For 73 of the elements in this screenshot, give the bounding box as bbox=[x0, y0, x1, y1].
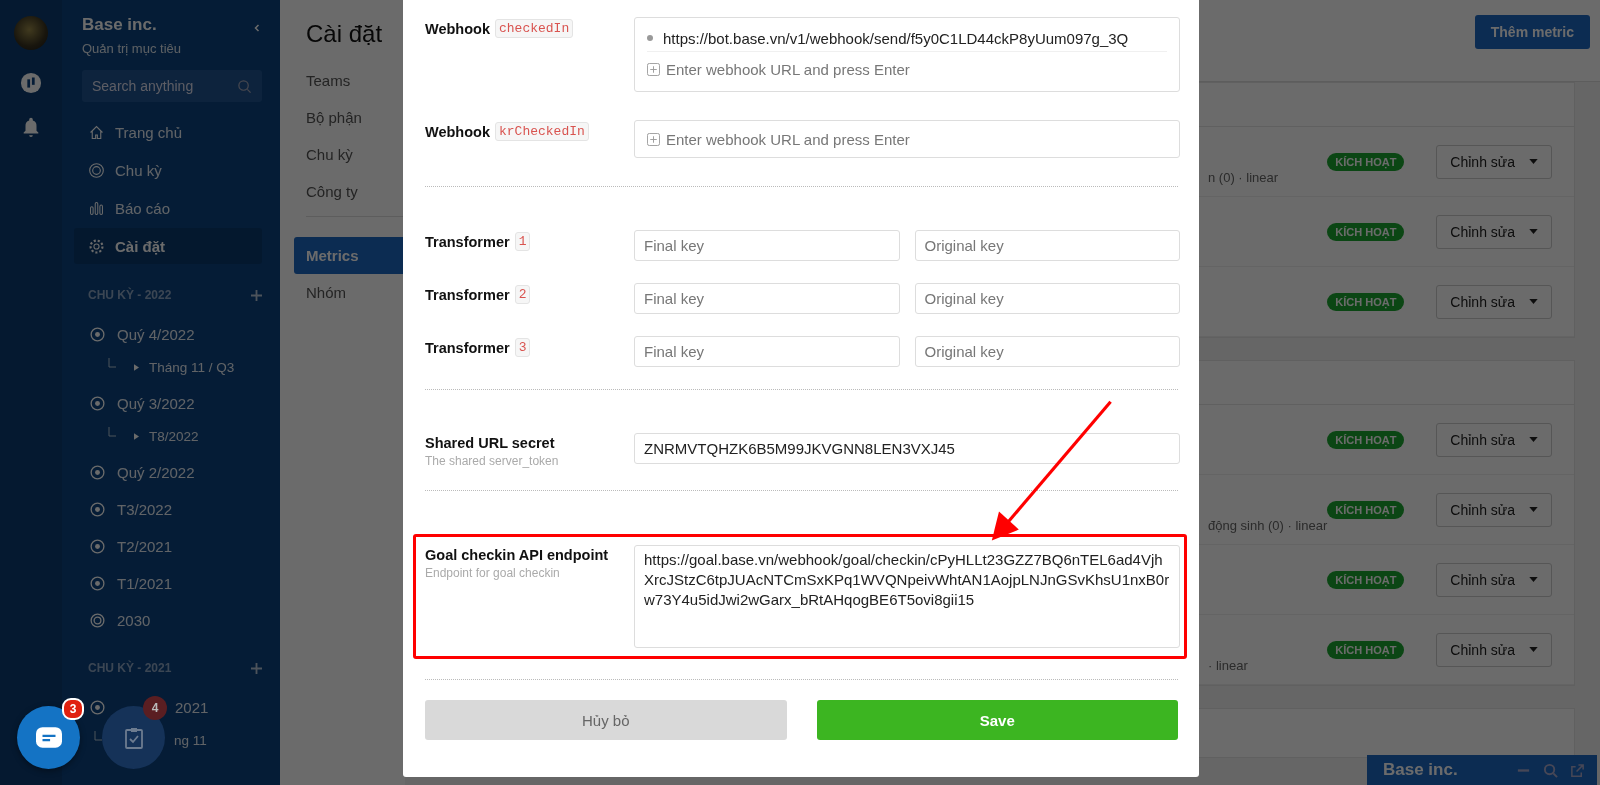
field-label: Transformer bbox=[425, 286, 510, 303]
field-label: Webhook bbox=[425, 20, 490, 37]
field-hint: Endpoint for goal checkin bbox=[425, 566, 561, 580]
nav-item[interactable]: Báo cáo bbox=[74, 190, 262, 226]
metric-meta: · linear bbox=[1208, 657, 1248, 673]
code-tag: 3 bbox=[514, 338, 531, 357]
edit-dropdown-button[interactable]: Chỉnh sửa bbox=[1436, 144, 1552, 179]
cycle-subitem[interactable]: ng 11 bbox=[174, 732, 207, 748]
settings-tab[interactable]: Chu kỳ bbox=[294, 136, 405, 173]
edit-dropdown-button[interactable]: Chỉnh sửa bbox=[1436, 214, 1552, 249]
key-input-field[interactable]: Final key bbox=[634, 230, 900, 261]
chat-bar-title: Base inc. bbox=[1383, 760, 1459, 780]
metric-meta: n (0) · linear bbox=[1208, 169, 1279, 185]
status-badge: KÍCH HOẠT bbox=[1327, 292, 1405, 311]
field-hint: The shared server_token bbox=[425, 454, 560, 468]
settings-tab[interactable]: Công ty bbox=[294, 173, 405, 210]
nav-item[interactable]: Cài đặt bbox=[74, 228, 262, 264]
webhook-input-field[interactable]: Enter webhook URL and press Enter bbox=[634, 120, 1180, 158]
settings-tab[interactable]: Metrics bbox=[294, 237, 405, 274]
edit-dropdown-button[interactable]: Chỉnh sửa bbox=[1436, 284, 1552, 319]
webhook-url-tag[interactable]: https://bot.base.vn/v1/webhook/send/f5y0C1LD44ckP8yUum097g_3Q bbox=[663, 29, 1129, 47]
webhook-input-field[interactable]: https://bot.base.vn/v1/webhook/send/f5y0C1LD44ckP8yUum097g_3Q Enter webhook URL and press Enter bbox=[634, 17, 1180, 92]
cycle-item[interactable]: Quý 3/2022 bbox=[117, 395, 195, 412]
settings-tab[interactable]: Teams bbox=[294, 62, 405, 99]
status-badge: KÍCH HOẠT bbox=[1327, 152, 1405, 171]
nav-item[interactable]: Trang chủ bbox=[74, 114, 262, 150]
code-tag: checkedIn bbox=[495, 19, 574, 38]
endpoint-text-area[interactable]: https://goal.base.vn/webhook/goal/checkin/cPyHLLt23GZZ7BQ6nTEL6ad4VjhXrcJStzC6tpJUAcNTCmSxKPq1WVQNpeivWhtAN1AojpLNJnGSvKhsU1nxB0rw73Y4u5idJwi2wGarx_bRtAHqogBE6T5ovi8gii15 bbox=[634, 545, 1180, 648]
nav-item[interactable]: Chu kỳ bbox=[74, 152, 262, 188]
cycle-item[interactable]: 2030 bbox=[117, 612, 151, 629]
edit-dropdown-button[interactable]: Chỉnh sửa bbox=[1436, 562, 1552, 597]
secret-input-field[interactable]: ZNRMVTQHZK6B5M99JKVGNN8LEN3VXJ45 bbox=[634, 433, 1180, 464]
settings-tab[interactable]: Bộ phận bbox=[294, 99, 405, 136]
save-button[interactable]: Save bbox=[816, 700, 1178, 740]
cycle-item[interactable]: Quý 4/2022 bbox=[117, 326, 195, 343]
field-label: Transformer bbox=[425, 233, 510, 250]
key-input-field[interactable]: Original key bbox=[914, 283, 1180, 314]
edit-dropdown-button[interactable]: Chỉnh sửa bbox=[1436, 632, 1552, 667]
code-tag: 1 bbox=[514, 232, 531, 251]
chat-bar[interactable]: Base inc. bbox=[1367, 755, 1597, 785]
key-input-field[interactable]: Original key bbox=[914, 336, 1180, 367]
notification-badge: 3 bbox=[62, 698, 84, 720]
status-badge: KÍCH HOẠT bbox=[1327, 640, 1405, 659]
edit-dropdown-button[interactable]: Chỉnh sửa bbox=[1436, 492, 1552, 527]
org-name: Base inc. bbox=[82, 15, 158, 35]
cycle-item[interactable]: T2/2021 bbox=[117, 538, 173, 555]
cycle-item[interactable]: Quý 2/2022 bbox=[117, 464, 195, 481]
cycle-item[interactable]: 2021 bbox=[175, 699, 209, 716]
edit-dropdown-button[interactable]: Chỉnh sửa bbox=[1436, 422, 1552, 457]
cycle-subitem[interactable]: T8/2022 bbox=[149, 428, 199, 444]
field-label: Transformer bbox=[425, 339, 510, 356]
org-subtitle: Quản trị mục tiêu bbox=[82, 41, 181, 56]
status-badge: KÍCH HOẠT bbox=[1327, 500, 1405, 519]
field-label: Webhook bbox=[425, 123, 490, 140]
key-input-field[interactable]: Final key bbox=[634, 336, 900, 367]
add-metric-button[interactable]: Thêm metric bbox=[1474, 15, 1590, 49]
cancel-button[interactable]: Hủy bỏ bbox=[425, 700, 787, 740]
cycle-subitem[interactable]: Tháng 11 / Q3 bbox=[149, 359, 235, 375]
cycle-item[interactable]: T1/2021 bbox=[117, 575, 173, 592]
settings-tab[interactable]: Nhóm bbox=[294, 274, 405, 311]
field-label: Shared URL secret bbox=[425, 435, 555, 451]
status-badge: KÍCH HOẠT bbox=[1327, 430, 1405, 449]
status-badge: KÍCH HOẠT bbox=[1327, 570, 1405, 589]
key-input-field[interactable]: Original key bbox=[914, 230, 1180, 261]
code-tag: krCheckedIn bbox=[495, 122, 589, 141]
field-label: Goal checkin API endpoint bbox=[425, 547, 609, 563]
page-title: Cài đặt bbox=[306, 20, 384, 48]
metric-meta: động sinh (0) · linear bbox=[1208, 517, 1328, 533]
status-badge: KÍCH HOẠT bbox=[1327, 222, 1405, 241]
code-tag: 2 bbox=[514, 285, 531, 304]
key-input-field[interactable]: Final key bbox=[634, 283, 900, 314]
cycle-item[interactable]: T3/2022 bbox=[117, 501, 173, 518]
search-field[interactable]: Search anything bbox=[82, 70, 262, 102]
